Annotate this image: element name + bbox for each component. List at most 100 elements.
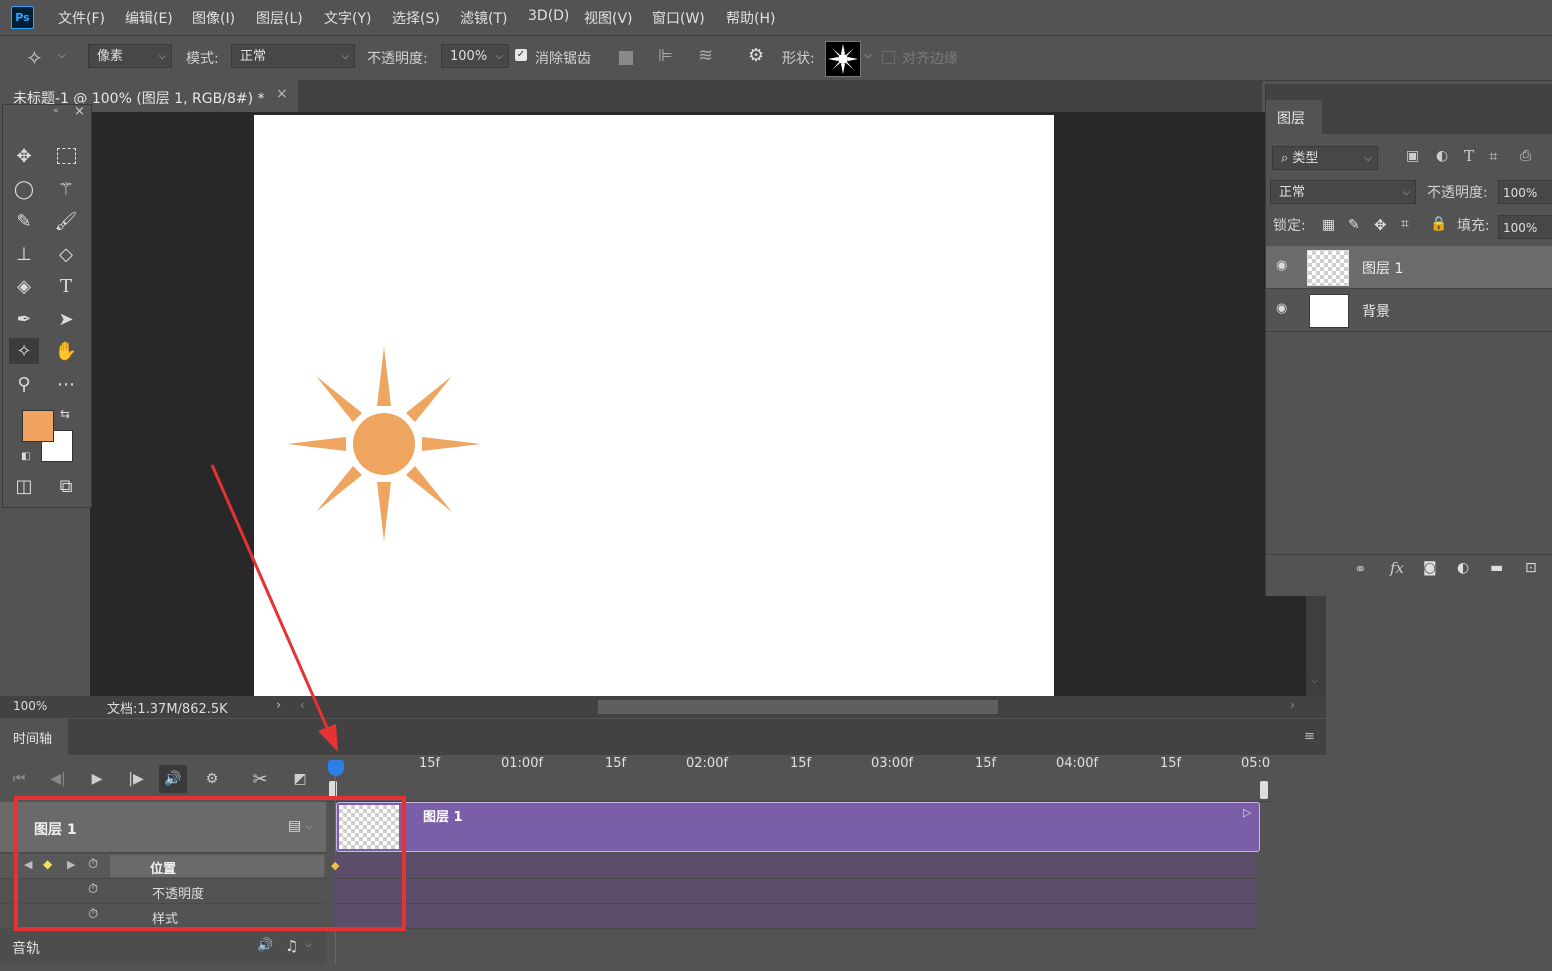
chevron-down-icon[interactable]: ⌵ bbox=[306, 822, 313, 832]
audio-icon[interactable]: 🔊 bbox=[257, 938, 273, 953]
menu-file[interactable]: 文件(F) bbox=[58, 8, 105, 28]
more-tools-icon[interactable]: ⋯ bbox=[51, 371, 81, 397]
menu-layer[interactable]: 图层(L) bbox=[256, 8, 303, 28]
keyframe-icon[interactable]: ◆ bbox=[331, 859, 339, 872]
zoom-level[interactable]: 100% bbox=[13, 699, 47, 713]
layer-row[interactable]: ◉ 图层 1 bbox=[1266, 246, 1552, 289]
close-icon[interactable]: × bbox=[276, 86, 288, 102]
previous-frame-icon[interactable]: ◀| bbox=[44, 765, 72, 793]
property-row[interactable]: ⏱ 不透明度 bbox=[0, 879, 326, 904]
pixel-filter-icon[interactable]: ▣ bbox=[1406, 148, 1419, 164]
gear-icon[interactable]: ⚙ bbox=[198, 765, 226, 793]
align-edges-checkbox[interactable] bbox=[882, 51, 895, 64]
horizontal-scrollbar-thumb[interactable] bbox=[598, 700, 998, 714]
add-keyframe-icon[interactable]: ◆ bbox=[43, 857, 52, 871]
tab-timeline[interactable]: 时间轴 bbox=[0, 719, 68, 755]
type-filter-icon[interactable]: T bbox=[1464, 147, 1474, 165]
stopwatch-icon[interactable]: ⏱ bbox=[88, 857, 98, 872]
path-alignment-icon[interactable]: ⊫ bbox=[658, 46, 673, 66]
path-operations-icon[interactable] bbox=[619, 51, 633, 65]
magic-wand-tool-icon[interactable]: ⚚ bbox=[51, 176, 81, 202]
transition-icon[interactable]: ◩ bbox=[286, 765, 314, 793]
eraser-tool-icon[interactable]: ◇ bbox=[51, 241, 81, 267]
work-area-end-handle[interactable] bbox=[1260, 781, 1268, 799]
lock-artboard-icon[interactable]: ⌗ bbox=[1401, 216, 1409, 232]
property-track[interactable] bbox=[334, 854, 1256, 879]
tab-layers[interactable]: 图层 bbox=[1266, 100, 1322, 134]
collapse-icon[interactable]: « bbox=[53, 106, 59, 116]
screen-mode-icon[interactable]: ⧉ bbox=[51, 473, 81, 499]
audio-track-header[interactable]: 音轨 🔊 ♫ ⌵ bbox=[0, 930, 326, 964]
default-colors-icon[interactable]: ◧ bbox=[21, 451, 30, 462]
mask-icon[interactable]: ◙ bbox=[1423, 560, 1437, 576]
chevron-down-icon[interactable]: ⌵ bbox=[305, 940, 312, 950]
menu-view[interactable]: 视图(V) bbox=[584, 8, 633, 28]
layer-row[interactable]: ◉ 背景 bbox=[1266, 289, 1552, 332]
link-icon[interactable]: ⚭ bbox=[1354, 560, 1367, 578]
menu-window[interactable]: 窗口(W) bbox=[652, 8, 705, 28]
clip-end-icon[interactable]: ▷ bbox=[1243, 806, 1251, 819]
eye-icon[interactable]: ◉ bbox=[1276, 258, 1287, 273]
property-track[interactable] bbox=[334, 879, 1256, 904]
eyedropper-tool-icon[interactable]: ✎ bbox=[9, 208, 39, 234]
eye-icon[interactable]: ◉ bbox=[1276, 301, 1287, 316]
lock-all-icon[interactable]: 🔒 bbox=[1430, 216, 1447, 232]
document-canvas[interactable] bbox=[254, 115, 1054, 696]
chevron-down-icon[interactable]: ⌵ bbox=[1311, 676, 1318, 686]
new-layer-icon[interactable]: ⊡ bbox=[1525, 560, 1537, 576]
path-arrangement-icon[interactable]: ≋ bbox=[698, 45, 713, 66]
folder-icon[interactable]: ▬ bbox=[1490, 560, 1503, 576]
stamp-tool-icon[interactable]: ⊥ bbox=[9, 241, 39, 267]
fill-mode-dropdown[interactable]: 像素 ⌵ bbox=[88, 44, 172, 68]
foreground-color-swatch[interactable] bbox=[22, 410, 54, 442]
layer-name[interactable]: 背景 bbox=[1362, 301, 1390, 321]
opacity-field[interactable]: 100% ⌵ bbox=[441, 44, 509, 68]
next-frame-icon[interactable]: |▶ bbox=[122, 765, 150, 793]
shape-picker[interactable] bbox=[825, 41, 861, 77]
video-clip[interactable]: 图层 1 ▷ bbox=[336, 802, 1260, 852]
hand-tool-icon[interactable]: ✋ bbox=[51, 338, 81, 364]
playhead-handle[interactable] bbox=[328, 760, 344, 776]
audio-icon[interactable]: 🔊 bbox=[159, 765, 187, 793]
adjustment-layer-icon[interactable]: ◐ bbox=[1457, 560, 1469, 576]
brush-tool-icon[interactable]: 🖌 bbox=[51, 208, 81, 234]
antialias-checkbox[interactable]: ✓ bbox=[515, 49, 527, 61]
menu-edit[interactable]: 编辑(E) bbox=[125, 8, 173, 28]
menu-filter[interactable]: 滤镜(T) bbox=[460, 8, 507, 28]
lasso-tool-icon[interactable]: ◯ bbox=[9, 176, 39, 202]
lock-position-icon[interactable]: ✥ bbox=[1374, 216, 1387, 234]
blend-mode-dropdown[interactable]: 正常 ⌵ bbox=[1270, 180, 1416, 204]
chevron-right-icon[interactable]: › bbox=[276, 698, 281, 713]
chevron-down-icon[interactable]: ⌵ bbox=[58, 50, 66, 61]
adjustment-filter-icon[interactable]: ◐ bbox=[1436, 148, 1448, 164]
go-to-first-frame-icon[interactable]: ⏮ bbox=[5, 765, 33, 793]
marquee-tool-icon[interactable] bbox=[51, 143, 81, 169]
play-icon[interactable]: ▶ bbox=[83, 765, 111, 793]
fx-icon[interactable]: fx bbox=[1390, 559, 1404, 577]
chevron-down-icon[interactable]: ⌵ bbox=[864, 50, 872, 61]
menu-type[interactable]: 文字(Y) bbox=[324, 8, 371, 28]
menu-help[interactable]: 帮助(H) bbox=[726, 8, 775, 28]
type-tool-icon[interactable]: T bbox=[51, 273, 81, 299]
lock-transparent-icon[interactable]: ▦ bbox=[1322, 217, 1335, 233]
property-row[interactable]: ⏱ 样式 bbox=[0, 904, 326, 929]
custom-shape-tool-icon[interactable]: ✧ bbox=[9, 338, 39, 364]
panel-menu-icon[interactable]: ≡ bbox=[1304, 729, 1315, 744]
property-row[interactable]: ◀ ◆ ▶ ⏱ 位置 bbox=[0, 854, 326, 879]
shape-filter-icon[interactable]: ⌗ bbox=[1489, 147, 1497, 165]
next-keyframe-icon[interactable]: ▶ bbox=[67, 858, 75, 871]
paint-bucket-tool-icon[interactable]: ◈ bbox=[9, 273, 39, 299]
swap-colors-icon[interactable]: ⇆ bbox=[60, 407, 70, 421]
smart-object-filter-icon[interactable]: ⎙ bbox=[1520, 148, 1531, 164]
menu-select[interactable]: 选择(S) bbox=[392, 8, 440, 28]
stopwatch-icon[interactable]: ⏱ bbox=[88, 882, 98, 897]
layer-opacity-field[interactable]: 100% bbox=[1498, 180, 1552, 204]
close-icon[interactable]: × bbox=[74, 104, 85, 119]
mode-dropdown[interactable]: 正常 ⌵ bbox=[231, 44, 355, 68]
pen-tool-icon[interactable]: ✒ bbox=[9, 306, 39, 332]
fill-field[interactable]: 100% bbox=[1498, 215, 1552, 239]
prev-keyframe-icon[interactable]: ◀ bbox=[24, 858, 32, 871]
stopwatch-icon[interactable]: ⏱ bbox=[88, 907, 98, 922]
chevron-left-icon[interactable]: ‹ bbox=[300, 698, 305, 712]
path-selection-tool-icon[interactable]: ➤ bbox=[51, 306, 81, 332]
